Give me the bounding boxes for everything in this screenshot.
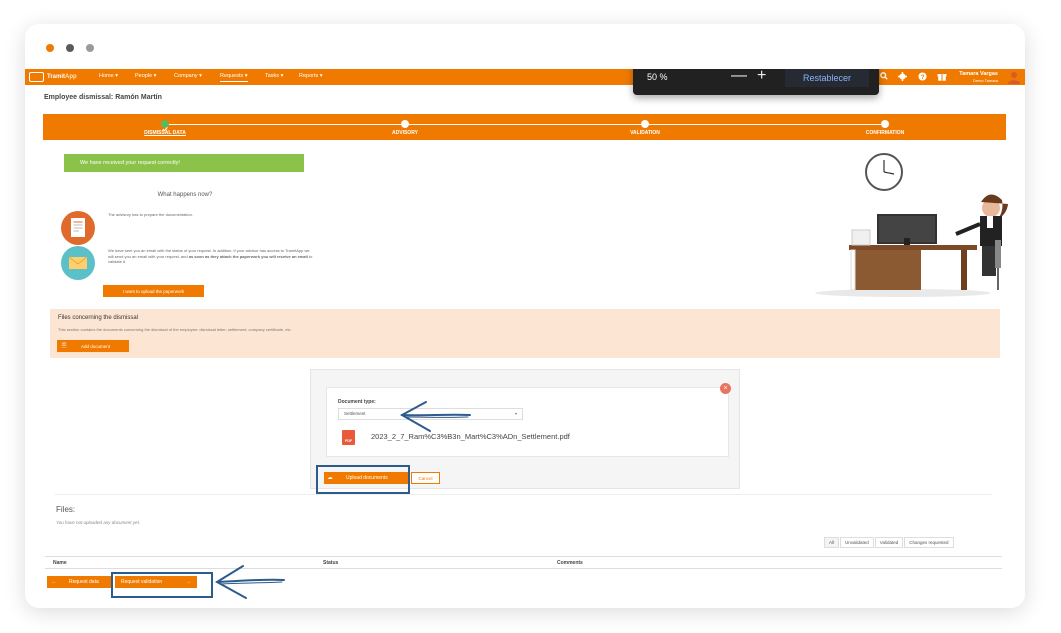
annotation-arrows [215, 401, 471, 599]
arrow-to-doc-type [399, 401, 471, 432]
arrow-to-request-validation [215, 565, 285, 599]
